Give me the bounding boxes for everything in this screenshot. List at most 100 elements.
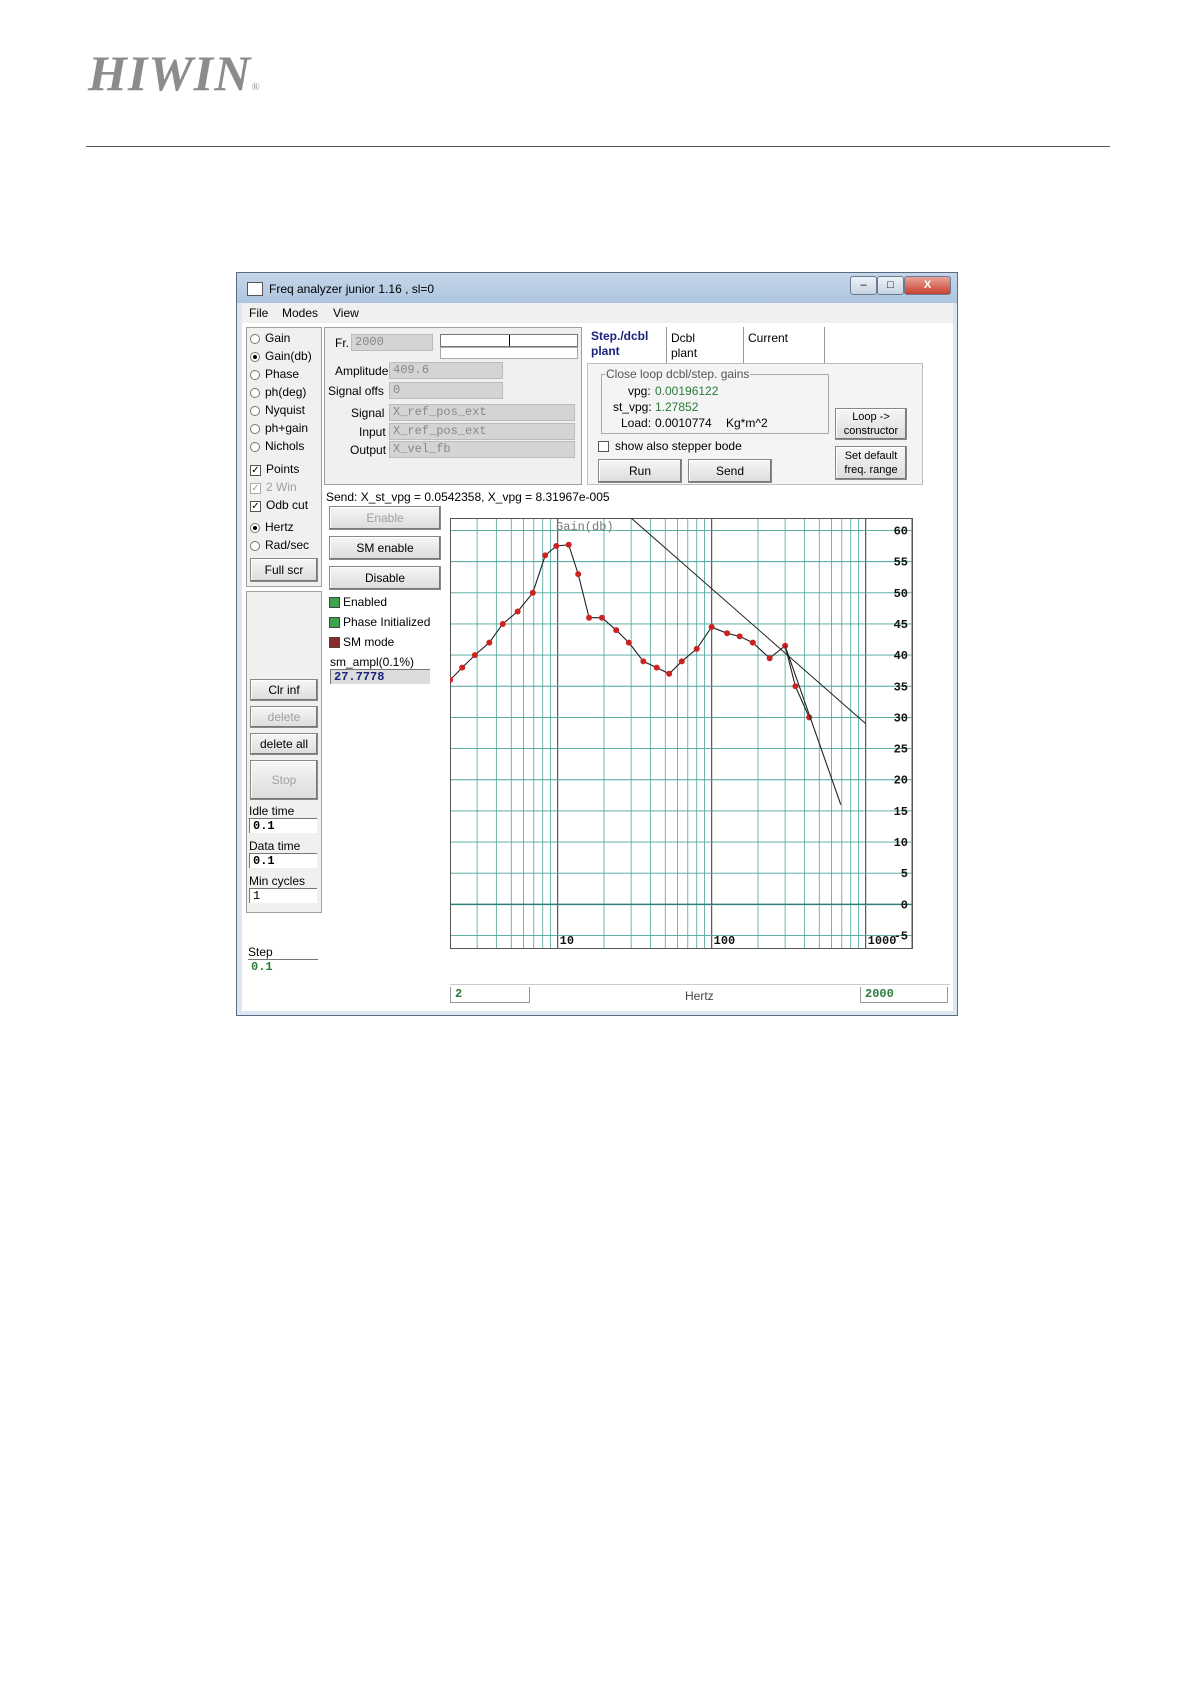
signal-offs-input[interactable]: 0: [389, 382, 503, 399]
y-tick-label: 55: [894, 556, 908, 570]
mode-gaindb-label: Gain(db): [265, 349, 312, 363]
menu-modes[interactable]: Modes: [282, 306, 318, 320]
data-point: [459, 664, 466, 671]
tab-step-dcbl-plant[interactable]: Step./dcbl plant: [587, 327, 665, 363]
frequency-input[interactable]: 2000: [351, 334, 433, 351]
full-screen-button[interactable]: Full scr: [250, 558, 318, 582]
tab-dcbl-plant[interactable]: Dcbl plant: [666, 327, 743, 363]
step-input[interactable]: 0.1: [248, 959, 318, 974]
stop-button[interactable]: Stop: [250, 760, 318, 800]
amplitude-input[interactable]: 409.6: [389, 362, 503, 379]
input-signal-input[interactable]: X_ref_pos_ext: [389, 423, 575, 440]
mode-phgain-label: ph+gain: [265, 421, 309, 435]
idle-time-label: Idle time: [249, 804, 295, 818]
radsec-radio[interactable]: [250, 541, 260, 551]
frequency-slider[interactable]: [440, 334, 578, 347]
sm-enable-button[interactable]: SM enable: [329, 536, 441, 560]
mode-gaindb-radio[interactable]: [250, 352, 260, 362]
y-tick-label: 35: [894, 680, 908, 694]
sm-mode-led: [329, 637, 340, 648]
menu-file[interactable]: File: [249, 306, 268, 320]
data-point: [471, 652, 478, 659]
loop-constructor-line2: constructor: [843, 425, 899, 437]
y-tick-label: 25: [894, 743, 908, 757]
two-win-checkbox[interactable]: ✓: [250, 483, 261, 494]
step-label: Step: [248, 945, 273, 959]
logo-text: HIWIN: [88, 45, 252, 101]
close-button[interactable]: X: [904, 276, 951, 295]
send-status-text: Send: X_st_vpg = 0.0542358, X_vpg = 8.31…: [326, 490, 610, 504]
x-start-label[interactable]: 2: [450, 987, 530, 1003]
odb-cut-label: Odb cut: [266, 498, 309, 512]
sm-ampl-input[interactable]: 27.7778: [330, 669, 430, 684]
points-checkbox[interactable]: ✓: [250, 465, 261, 476]
data-point: [613, 627, 620, 634]
x-end-label[interactable]: 2000: [860, 987, 948, 1003]
tab-dcbl-label: Dcbl plant: [671, 331, 698, 360]
data-point: [553, 543, 560, 550]
enable-button[interactable]: Enable: [329, 506, 441, 530]
odb-cut-checkbox[interactable]: ✓: [250, 501, 261, 512]
min-cycles-input[interactable]: 1: [249, 888, 317, 903]
stepper-bode-checkbox[interactable]: [598, 441, 609, 452]
x-axis-label: Hertz: [685, 989, 714, 1003]
send-button[interactable]: Send: [688, 459, 772, 483]
mode-nichols-radio[interactable]: [250, 442, 260, 452]
mode-gain-radio[interactable]: [250, 334, 260, 344]
disable-button[interactable]: Disable: [329, 566, 441, 590]
y-tick-label: 20: [894, 774, 908, 788]
mode-phdeg-radio[interactable]: [250, 388, 260, 398]
vpg-value: 0.00196122: [655, 384, 719, 398]
data-point: [736, 633, 743, 640]
frequency-slider-track: [440, 347, 578, 359]
header-divider: [86, 146, 1110, 147]
chart-background: [450, 518, 950, 958]
set-default-freq-button[interactable]: Set default freq. range: [835, 446, 907, 480]
registered-mark: ®: [251, 81, 261, 93]
two-win-label: 2 Win: [266, 480, 297, 494]
x-tick-label: 10: [560, 934, 574, 948]
clear-info-button[interactable]: Clr inf: [250, 679, 318, 701]
delete-button[interactable]: delete: [250, 706, 318, 728]
maximize-button[interactable]: □: [877, 276, 904, 295]
min-cycles-label: Min cycles: [249, 874, 306, 888]
data-time-input[interactable]: 0.1: [249, 853, 317, 868]
app-icon: [247, 282, 263, 296]
output-label: Output: [350, 443, 387, 457]
mode-nichols-label: Nichols: [265, 439, 305, 453]
y-tick-label: 15: [894, 805, 908, 819]
data-point: [766, 655, 773, 662]
tab-current[interactable]: Current: [743, 327, 825, 363]
data-point: [666, 670, 673, 677]
data-point: [529, 589, 536, 596]
mode-gain-label: Gain: [265, 331, 291, 345]
loop-constructor-button[interactable]: Loop -> constructor: [835, 408, 907, 440]
mode-nyquist-radio[interactable]: [250, 406, 260, 416]
data-point: [640, 658, 647, 665]
idle-time-input[interactable]: 0.1: [249, 818, 317, 833]
mode-phase-radio[interactable]: [250, 370, 260, 380]
data-point: [565, 541, 572, 548]
loop-constructor-line1: Loop ->: [852, 411, 890, 423]
enabled-label: Enabled: [343, 595, 388, 609]
title-bar[interactable]: Freq analyzer junior 1.16 , sl=0 ‒ □ X: [237, 273, 957, 303]
x-tick-label: 1000: [868, 934, 897, 948]
data-point: [542, 552, 549, 559]
signal-input[interactable]: X_ref_pos_ext: [389, 404, 575, 421]
data-time-label: Data time: [249, 839, 301, 853]
data-point: [598, 614, 605, 621]
hertz-radio[interactable]: [250, 523, 260, 533]
run-button[interactable]: Run: [598, 459, 682, 483]
y-tick-label: 50: [894, 587, 908, 601]
phase-initialized-led: [329, 617, 340, 628]
minimize-button[interactable]: ‒: [850, 276, 877, 295]
menu-bar: File Modes View: [242, 303, 953, 323]
slider-thumb[interactable]: [509, 335, 510, 346]
load-value: 0.0010774: [655, 416, 712, 430]
output-signal-input[interactable]: X_vel_fb: [389, 441, 575, 458]
mode-phgain-radio[interactable]: [250, 424, 260, 434]
delete-all-button[interactable]: delete all: [250, 733, 318, 755]
y-tick-label: 30: [894, 711, 908, 725]
load-label: Load:: [621, 416, 652, 430]
menu-view[interactable]: View: [333, 306, 359, 320]
